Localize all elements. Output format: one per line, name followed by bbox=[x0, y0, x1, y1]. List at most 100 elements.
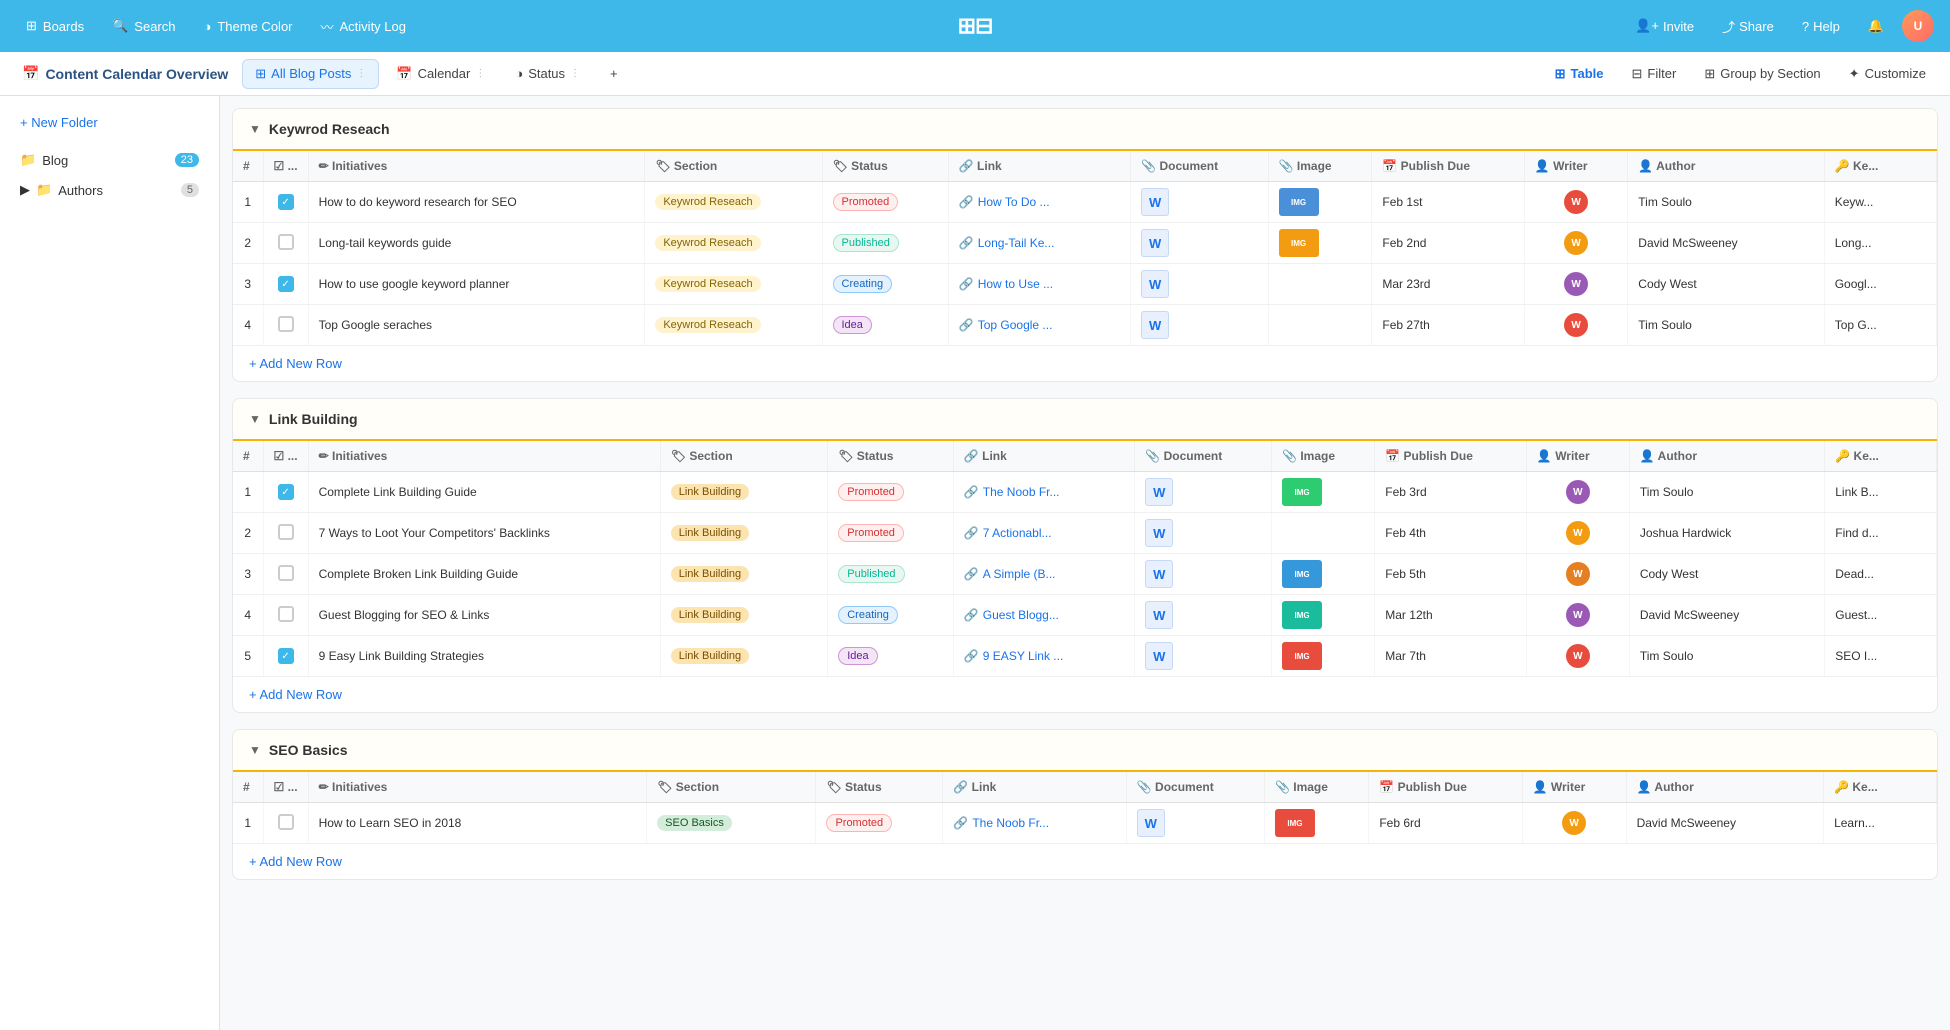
link-text[interactable]: Guest Blogg... bbox=[983, 608, 1059, 622]
section-collapse-1[interactable]: ▼ bbox=[249, 412, 261, 426]
row-checkbox[interactable] bbox=[278, 316, 294, 332]
section-tag[interactable]: Keywrod Reseach bbox=[655, 235, 760, 251]
row-checkbox[interactable] bbox=[278, 814, 294, 830]
new-folder-button[interactable]: + New Folder bbox=[8, 108, 211, 137]
image-cell bbox=[1268, 264, 1372, 305]
section-tag[interactable]: Link Building bbox=[671, 648, 749, 664]
status-badge[interactable]: Promoted bbox=[838, 524, 904, 542]
table-row: 3 ✓ How to use google keyword planner Ke… bbox=[233, 264, 1937, 305]
document-icon[interactable]: W bbox=[1145, 642, 1173, 670]
status-badge[interactable]: Creating bbox=[838, 606, 898, 624]
activity-icon: 〰 bbox=[321, 17, 334, 36]
tab-calendar[interactable]: 📅 Calendar ⋮ bbox=[383, 59, 498, 89]
row-checkbox[interactable] bbox=[278, 234, 294, 250]
row-checkbox[interactable] bbox=[278, 606, 294, 622]
check-all-icon[interactable]: ☑ ... bbox=[274, 780, 298, 794]
key-cell: Long... bbox=[1824, 223, 1936, 264]
section-tag[interactable]: Link Building bbox=[671, 484, 749, 500]
status-badge[interactable]: Published bbox=[838, 565, 904, 583]
row-checkbox[interactable]: ✓ bbox=[278, 194, 294, 210]
document-icon[interactable]: W bbox=[1145, 519, 1173, 547]
link-icon: 🔗 bbox=[959, 159, 974, 173]
link-text[interactable]: How to Use ... bbox=[978, 277, 1053, 291]
link-icon: 🔗 bbox=[953, 780, 968, 794]
document-icon[interactable]: W bbox=[1137, 809, 1165, 837]
document-cell: W bbox=[1131, 223, 1268, 264]
status-badge[interactable]: Promoted bbox=[838, 483, 904, 501]
calendar-col-icon: 📅 bbox=[1382, 159, 1397, 173]
invite-button[interactable]: 👤+ Invite bbox=[1625, 12, 1704, 40]
section-tag[interactable]: SEO Basics bbox=[657, 815, 732, 831]
link-text[interactable]: Top Google ... bbox=[978, 318, 1053, 332]
sidebar-item-blog[interactable]: 📁 Blog 23 bbox=[8, 145, 211, 175]
add-row-button-1[interactable]: + Add New Row bbox=[233, 677, 1937, 712]
row-checkbox[interactable]: ✓ bbox=[278, 276, 294, 292]
customize-icon: ✦ bbox=[1849, 66, 1860, 82]
customize-button[interactable]: ✦ Customize bbox=[1837, 60, 1938, 88]
status-badge[interactable]: Promoted bbox=[826, 814, 892, 832]
document-cell: W bbox=[1135, 636, 1272, 677]
search-button[interactable]: 🔍 Search bbox=[102, 12, 185, 40]
link-chain-icon: 🔗 bbox=[959, 195, 974, 209]
section-cell: Keywrod Reseach bbox=[645, 182, 822, 223]
boards-button[interactable]: ⊞ Boards bbox=[16, 12, 94, 40]
section-tag[interactable]: Link Building bbox=[671, 566, 749, 582]
col-doc-header: 📎 Document bbox=[1126, 772, 1264, 803]
section-collapse-0[interactable]: ▼ bbox=[249, 122, 261, 136]
row-checkbox[interactable] bbox=[278, 524, 294, 540]
image-cell: IMG bbox=[1272, 595, 1375, 636]
section-collapse-2[interactable]: ▼ bbox=[249, 743, 261, 757]
tab-status[interactable]: ◑ Status ⋮ bbox=[502, 59, 593, 88]
link-text[interactable]: How To Do ... bbox=[978, 195, 1050, 209]
link-text[interactable]: A Simple (B... bbox=[983, 567, 1056, 581]
status-cell: Idea bbox=[822, 305, 948, 346]
link-text[interactable]: The Noob Fr... bbox=[972, 816, 1049, 830]
link-text[interactable]: 7 Actionabl... bbox=[983, 526, 1052, 540]
row-checkbox[interactable]: ✓ bbox=[278, 648, 294, 664]
key-cell: Dead... bbox=[1825, 554, 1937, 595]
link-text[interactable]: 9 EASY Link ... bbox=[983, 649, 1064, 663]
document-icon[interactable]: W bbox=[1145, 478, 1173, 506]
theme-color-button[interactable]: ◑ Theme Color bbox=[194, 13, 303, 40]
status-badge[interactable]: Published bbox=[833, 234, 899, 252]
document-icon[interactable]: W bbox=[1141, 188, 1169, 216]
table-button[interactable]: ⊞ Table bbox=[1543, 60, 1616, 88]
row-checkbox[interactable]: ✓ bbox=[278, 484, 294, 500]
author-cell: Tim Soulo bbox=[1629, 636, 1824, 677]
document-icon[interactable]: W bbox=[1141, 311, 1169, 339]
sidebar-item-authors[interactable]: ▶ 📁 Authors 5 bbox=[8, 175, 211, 205]
nav-right-section: 👤+ Invite ⤴ Share ? Help 🔔 U bbox=[1625, 10, 1934, 42]
section-tag[interactable]: Link Building bbox=[671, 607, 749, 623]
tab-all-blog-posts[interactable]: ⊞ All Blog Posts ⋮ bbox=[242, 59, 379, 89]
page-title: 📅 Content Calendar Overview bbox=[12, 65, 238, 82]
row-checkbox[interactable] bbox=[278, 565, 294, 581]
status-badge[interactable]: Creating bbox=[833, 275, 893, 293]
table-row: 4 Top Google seraches Keywrod Reseach Id… bbox=[233, 305, 1937, 346]
section-tag[interactable]: Keywrod Reseach bbox=[655, 317, 760, 333]
section-tag[interactable]: Link Building bbox=[671, 525, 749, 541]
filter-button[interactable]: ⊟ Filter bbox=[1620, 60, 1689, 88]
section-tag[interactable]: Keywrod Reseach bbox=[655, 194, 760, 210]
document-icon[interactable]: W bbox=[1141, 270, 1169, 298]
link-text[interactable]: Long-Tail Ke... bbox=[978, 236, 1055, 250]
check-all-icon[interactable]: ☑ ... bbox=[274, 449, 298, 463]
share-button[interactable]: ⤴ Share bbox=[1712, 11, 1784, 42]
document-icon[interactable]: W bbox=[1145, 560, 1173, 588]
document-icon[interactable]: W bbox=[1141, 229, 1169, 257]
user-avatar[interactable]: U bbox=[1902, 10, 1934, 42]
add-view-button[interactable]: + bbox=[597, 59, 631, 88]
status-badge[interactable]: Idea bbox=[838, 647, 877, 665]
add-row-button-2[interactable]: + Add New Row bbox=[233, 844, 1937, 879]
section-tag[interactable]: Keywrod Reseach bbox=[655, 276, 760, 292]
check-all-icon[interactable]: ☑ ... bbox=[274, 159, 298, 173]
link-text[interactable]: The Noob Fr... bbox=[983, 485, 1060, 499]
main-layout: + New Folder 📁 Blog 23 ▶ 📁 Authors 5 ▼ K… bbox=[0, 96, 1950, 1030]
status-badge[interactable]: Idea bbox=[833, 316, 872, 334]
status-badge[interactable]: Promoted bbox=[833, 193, 899, 211]
document-icon[interactable]: W bbox=[1145, 601, 1173, 629]
help-button[interactable]: ? Help bbox=[1792, 13, 1850, 40]
add-row-button-0[interactable]: + Add New Row bbox=[233, 346, 1937, 381]
group-by-section-button[interactable]: ⊞ Group by Section bbox=[1692, 60, 1832, 88]
notifications-button[interactable]: 🔔 bbox=[1858, 12, 1894, 40]
activity-log-button[interactable]: 〰 Activity Log bbox=[311, 11, 417, 42]
